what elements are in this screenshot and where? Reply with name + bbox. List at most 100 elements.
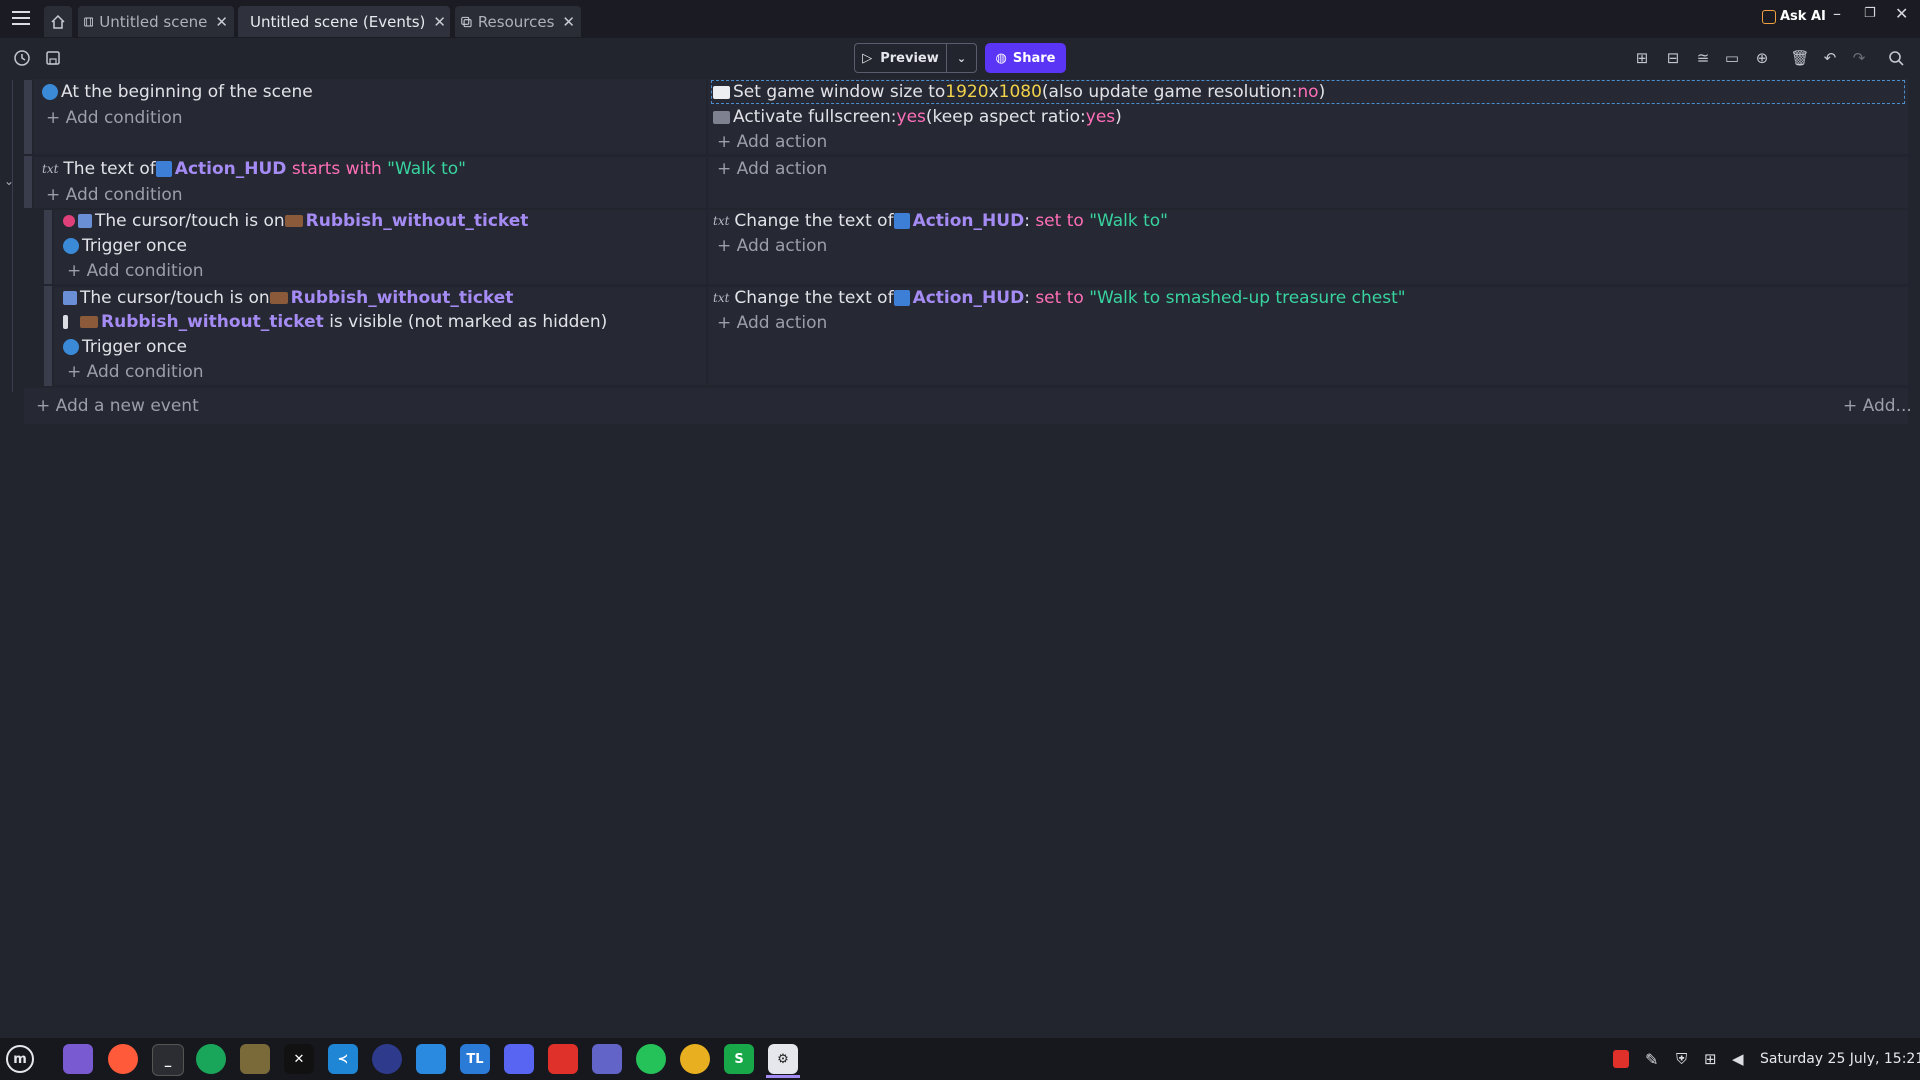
active-app-indicator <box>766 1075 800 1078</box>
add-condition-link[interactable]: + Add condition <box>46 185 183 205</box>
add-icon[interactable]: ⊕ <box>1752 48 1772 68</box>
x-separator: x <box>988 82 999 102</box>
minimize-icon[interactable]: – <box>1833 4 1841 23</box>
event-drag-handle[interactable] <box>24 156 32 208</box>
chrome-icon[interactable] <box>680 1044 710 1074</box>
add-subevent-icon[interactable]: ⊟ <box>1663 48 1683 68</box>
preview-label: Preview <box>880 50 939 66</box>
subevent-drag-handle[interactable] <box>44 210 52 284</box>
add-condition-link[interactable]: + Add condition <box>46 108 183 128</box>
add-event-row <box>24 388 1908 424</box>
object-name: Action_HUD <box>912 211 1025 231</box>
close-icon[interactable]: ✕ <box>215 13 228 31</box>
operator-text: set to <box>1035 288 1090 308</box>
redo-icon[interactable]: ↷ <box>1849 48 1869 68</box>
tab-label: Resources <box>477 12 555 31</box>
add-action-link[interactable]: + Add action <box>717 236 827 256</box>
add-condition-link[interactable]: + Add condition <box>67 261 204 281</box>
add-menu-link[interactable]: + Add... <box>1843 396 1912 416</box>
preview-button[interactable]: ▷ Preview <box>854 43 947 73</box>
ai-icon <box>1762 9 1776 24</box>
history-icon[interactable] <box>12 48 32 68</box>
undo-icon[interactable]: ↶ <box>1820 48 1840 68</box>
subevent-drag-handle[interactable] <box>44 286 52 386</box>
tab-untitled-scene-events[interactable]: Untitled scene (Events) ✕ <box>238 6 450 37</box>
restore-icon[interactable]: ❐ <box>1864 6 1876 21</box>
close-window-icon[interactable]: ✕ <box>1895 4 1908 23</box>
gdevelop-icon[interactable] <box>372 1044 402 1074</box>
close-icon[interactable]: ✕ <box>562 13 575 31</box>
save-icon[interactable] <box>43 48 63 68</box>
action-set-window-size[interactable]: Set game window size to 1920 x 1080 (als… <box>713 82 1325 102</box>
add-condition-link[interactable]: + Add condition <box>67 362 204 382</box>
cursor-icon <box>63 291 77 305</box>
condition-trigger-once[interactable]: Trigger once <box>63 236 187 256</box>
share-button[interactable]: ◍ Share <box>985 43 1066 73</box>
clock[interactable]: Saturday 25 July, 15:21 <box>1760 1051 1920 1067</box>
condition-text: The cursor/touch is on <box>80 288 270 308</box>
condition-cursor-on-object[interactable]: The cursor/touch is on Rubbish_without_t… <box>63 211 528 231</box>
string-value: "Walk to smashed-up treasure chest" <box>1089 288 1406 308</box>
action-text: (keep aspect ratio: <box>925 107 1086 127</box>
condition-trigger-once[interactable]: Trigger once <box>63 337 187 357</box>
action-activate-fullscreen[interactable]: Activate fullscreen: yes (keep aspect ra… <box>713 107 1122 127</box>
operator-text: starts with <box>286 159 388 179</box>
condition-object-visible[interactable]: Rubbish_without_ticket is visible (not m… <box>63 312 607 332</box>
colon: : <box>1024 211 1036 231</box>
condition-text-starts-with[interactable]: txt The text of Action_HUD starts with "… <box>42 159 466 179</box>
lock-icon[interactable] <box>1613 1050 1629 1068</box>
condition-scene-start[interactable]: At the beginning of the scene <box>42 82 313 102</box>
preview-dropdown-button[interactable]: ⌄ <box>946 43 977 73</box>
condition-text: Trigger once <box>82 236 188 256</box>
teams-icon[interactable] <box>592 1044 622 1074</box>
tab-untitled-scene[interactable]: Untitled scene ✕ <box>78 6 234 37</box>
aspect-ratio-value: yes <box>1085 107 1116 127</box>
add-action-link[interactable]: + Add action <box>717 313 827 333</box>
notes-icon[interactable] <box>416 1044 446 1074</box>
home-tab[interactable] <box>44 6 72 37</box>
close-icon[interactable]: ✕ <box>433 13 446 31</box>
operator-text: set to <box>1035 211 1090 231</box>
settings-icon[interactable]: ⚙ <box>768 1044 798 1074</box>
add-action-link[interactable]: + Add action <box>717 159 827 179</box>
hamburger-menu-icon[interactable] <box>12 11 30 27</box>
feather-icon[interactable]: ✎ <box>1645 1050 1658 1069</box>
minecraft-icon[interactable] <box>240 1044 270 1074</box>
shield-icon[interactable]: ⛨ <box>1676 1050 1687 1068</box>
tl-icon[interactable]: TL <box>460 1044 490 1074</box>
capcut-icon[interactable]: ✕ <box>284 1044 314 1074</box>
condition-cursor-on-object[interactable]: The cursor/touch is on Rubbish_without_t… <box>63 288 513 308</box>
add-other-event-icon[interactable]: ≅ <box>1693 48 1713 68</box>
add-action-link[interactable]: + Add action <box>717 132 827 152</box>
discord-icon[interactable] <box>504 1044 534 1074</box>
add-event-icon[interactable]: ⊞ <box>1632 48 1652 68</box>
files-icon[interactable] <box>63 1044 93 1074</box>
object-icon <box>893 290 910 306</box>
whatsapp-icon[interactable] <box>636 1044 666 1074</box>
vscode-icon[interactable]: ≺ <box>328 1044 358 1074</box>
text-icon: txt <box>713 291 730 305</box>
visibility-icon <box>63 315 68 329</box>
terminal-icon[interactable]: _ <box>152 1044 184 1076</box>
action-change-text[interactable]: txt Change the text of Action_HUD : set … <box>713 211 1168 231</box>
event-drag-handle[interactable] <box>24 80 32 154</box>
height-value: 1080 <box>998 82 1042 102</box>
search-icon[interactable] <box>1886 48 1906 68</box>
s-icon[interactable]: S <box>724 1044 754 1074</box>
vpn-icon[interactable] <box>196 1044 226 1074</box>
mint-menu-icon[interactable]: m <box>6 1045 34 1073</box>
brave-icon[interactable] <box>548 1044 578 1074</box>
share-label: Share <box>1012 50 1056 66</box>
object-name: Action_HUD <box>174 159 287 179</box>
delete-icon[interactable]: 🗑 <box>1790 48 1810 68</box>
tab-resources[interactable]: Resources ✕ <box>455 6 581 37</box>
add-comment-icon[interactable]: ▭ <box>1722 48 1742 68</box>
action-change-text[interactable]: txt Change the text of Action_HUD : set … <box>713 288 1406 308</box>
firefox-icon[interactable] <box>108 1044 138 1074</box>
ask-ai-button[interactable]: Ask AI <box>1762 9 1826 24</box>
network-icon[interactable]: ⊞ <box>1704 1050 1717 1068</box>
fullscreen-icon <box>713 110 730 124</box>
add-new-event-link[interactable]: + Add a new event <box>36 396 199 416</box>
volume-icon[interactable]: ◀ <box>1732 1050 1744 1068</box>
home-icon <box>51 14 65 29</box>
